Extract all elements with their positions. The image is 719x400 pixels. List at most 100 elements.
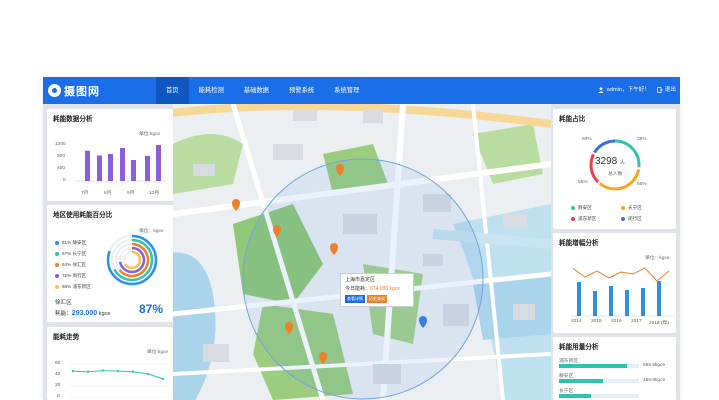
legend-label: 81% 静安区 — [62, 240, 87, 245]
user-icon — [598, 86, 604, 93]
panel-title: 耗能用量分析 — [559, 344, 599, 351]
legend-label: 静安区 — [578, 205, 592, 210]
x-tick: 2014 — [571, 319, 582, 324]
consume-label: 耗能： — [55, 311, 72, 317]
panel-title: 地区使用耗能百分比 — [53, 212, 113, 219]
legend-label: 64% 徐汇区 — [62, 262, 87, 267]
row-value: 456.9kgce — [643, 378, 666, 383]
legend-dot-icon — [571, 217, 575, 221]
nav-alert-system[interactable]: 预警系统 — [279, 77, 324, 104]
map-view[interactable]: 上海市嘉定区 今日能耗：674.000 kgce 查看详情 历史查询 — [173, 104, 551, 400]
trend-point — [116, 369, 120, 373]
nav-home[interactable]: 首页 — [156, 77, 189, 104]
pct-label: 60% — [582, 137, 592, 142]
panel-usage: 耗能用量分析 浦东新区 698.6kgce 静安区 456.9kgce 长宁区 — [553, 337, 676, 400]
row-value: 698.6kgce — [643, 363, 666, 368]
y-tick: 800 — [57, 154, 66, 159]
bar — [131, 160, 136, 181]
total-label: 总人数 — [608, 172, 623, 177]
pct-label: 55% — [637, 182, 647, 187]
legend-item: 静安区 — [571, 205, 592, 211]
x-tick: 2017 — [631, 319, 642, 324]
tooltip-label: 今日能耗： — [345, 286, 371, 292]
tooltip-title: 上海市嘉定区 — [345, 277, 376, 283]
bar — [120, 148, 125, 181]
unit-label: 单位:kgce — [139, 132, 161, 137]
x-tick: 9月 — [127, 191, 135, 196]
map-tooltip: 上海市嘉定区 今日能耗：674.000 kgce 查看详情 历史查询 — [340, 273, 414, 307]
usage-bar-fill — [559, 394, 591, 398]
main-nav: 首页 能耗检测 基础数据 预警系统 系统管理 — [156, 77, 369, 104]
x-tick: 2015 — [591, 319, 602, 324]
y-tick: 400 — [57, 166, 66, 171]
detail-button[interactable]: 查看详情 — [345, 295, 365, 303]
consume-unit: kgce — [98, 311, 111, 317]
legend-label: 长宁区 — [628, 205, 642, 210]
line-chart — [69, 363, 167, 398]
bar — [108, 154, 113, 181]
legend-label: 闵行区 — [628, 216, 642, 221]
nav-energy-monitor[interactable]: 能耗检测 — [189, 77, 234, 104]
usage-bar-track — [559, 379, 639, 383]
user-greeting[interactable]: admin，下午好！ — [598, 77, 650, 104]
panel-energy-ratio: 耗能占比 3298 人 总人数 60% 35% 55% 55% 静安区 长宁区浦东… — [553, 109, 676, 229]
y-tick: 0 — [57, 394, 60, 399]
trend-point — [146, 372, 150, 376]
nav-system-manage[interactable]: 系统管理 — [324, 77, 369, 104]
unit-label: 单位:kgce — [147, 350, 169, 355]
percent-value: 87% — [139, 302, 164, 316]
trend-point — [101, 369, 105, 372]
x-tick: 7月 — [81, 191, 89, 196]
logout-label: 退出 — [664, 87, 676, 93]
growth-line — [572, 267, 670, 282]
trend-point — [71, 369, 75, 373]
pct-label: 35% — [637, 137, 647, 142]
row-label: 浦东新区 — [559, 359, 579, 364]
total-unit: 人 — [620, 160, 626, 166]
legend-item: 66% 浦东新区 — [55, 284, 91, 290]
legend-label: 72% 闵行区 — [62, 273, 87, 278]
row-label: 长宁区 — [559, 389, 574, 394]
total-value: 3298 人 — [595, 156, 625, 167]
bar — [85, 150, 90, 181]
logout-button[interactable]: 退出 — [657, 77, 676, 104]
screenshot-stage: 摄图网 首页 能耗检测 基础数据 预警系统 系统管理 admin，下午好！ 退出 — [0, 0, 719, 400]
legend-label: 浦东新区 — [578, 216, 597, 221]
bar — [641, 288, 645, 316]
trend-point — [161, 377, 165, 381]
panel-region-percent: 地区使用耗能百分比 单位：kgce 徐汇区 耗能：293.000 kgce 87… — [47, 205, 173, 322]
logout-icon — [657, 86, 663, 93]
tooltip-buttons: 查看详情 历史查询 — [345, 295, 409, 303]
nav-base-data[interactable]: 基础数据 — [234, 77, 279, 104]
x-tick: 2018 (年) — [649, 321, 669, 326]
legend-item: 长宁区 — [621, 205, 642, 211]
radial-chart — [106, 234, 158, 286]
panel-title: 耗能占比 — [559, 116, 586, 123]
x-tick: 2016 — [611, 319, 622, 324]
pct-label: 55% — [578, 180, 588, 185]
panel-energy-data: 耗能数据分析 单位:kgce 1200 800 400 0 7月 8月 9月 1… — [47, 109, 173, 201]
top-navbar: 摄图网 首页 能耗检测 基础数据 预警系统 系统管理 admin，下午好！ 退出 — [43, 77, 680, 104]
tooltip-value-row: 今日能耗：674.000 kgce — [345, 285, 409, 292]
logo-icon — [48, 84, 61, 97]
bar — [145, 155, 150, 181]
usage-bar-fill — [559, 364, 627, 368]
y-tick: 20 — [55, 383, 61, 388]
tooltip-value: 674.000 kgce — [370, 286, 401, 292]
y-tick: 0 — [63, 178, 66, 183]
user-greeting-text: admin，下午好！ — [606, 87, 650, 93]
panel-title: 能耗走势 — [53, 334, 80, 341]
panel-energy-trend: 能耗走势 单位:kgce 60 40 20 0 — [47, 327, 173, 400]
total-number: 3298 — [595, 156, 618, 167]
unit-label: 单位：kgce — [645, 256, 670, 261]
dashboard-window: 摄图网 首页 能耗检测 基础数据 预警系统 系统管理 admin，下午好！ 退出 — [43, 77, 680, 400]
growth-chart — [571, 267, 673, 317]
panel-title: 耗能增幅分析 — [559, 240, 599, 247]
row-label: 静安区 — [559, 374, 574, 379]
y-tick: 60 — [55, 361, 61, 366]
bar — [156, 145, 161, 181]
legend-item: 67% 长宁区 — [55, 251, 86, 257]
history-button[interactable]: 历史查询 — [367, 295, 387, 303]
consume-value: 293.000 — [71, 310, 98, 317]
legend-item: 浦东新区 — [571, 216, 596, 222]
